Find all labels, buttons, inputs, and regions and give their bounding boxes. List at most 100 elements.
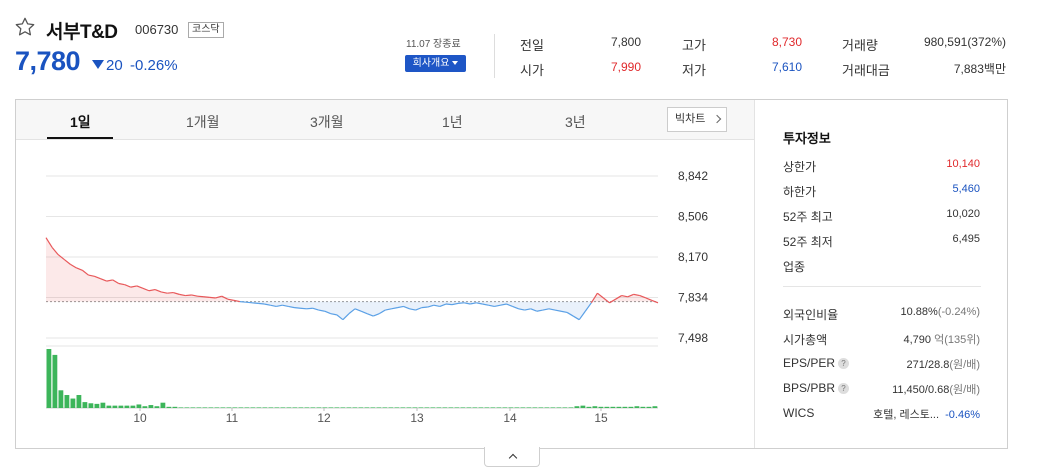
help-icon[interactable]: ? bbox=[838, 383, 850, 394]
volume-bar bbox=[298, 407, 304, 408]
volume-bar bbox=[166, 406, 172, 408]
volume-bar bbox=[178, 407, 184, 408]
volume-bar bbox=[580, 405, 586, 408]
y-tick-label: 7,498 bbox=[678, 331, 708, 345]
52w-high-label: 52주 최고 bbox=[783, 210, 833, 224]
volume-bar bbox=[214, 407, 220, 408]
chevron-up-icon bbox=[508, 453, 518, 463]
volume-bar bbox=[154, 406, 160, 408]
volume-value: 980,591(372%) bbox=[923, 35, 1006, 49]
low-label: 저가 bbox=[682, 63, 706, 78]
volume-bar bbox=[400, 407, 406, 408]
volume-bar bbox=[460, 407, 466, 408]
volume-bar bbox=[532, 407, 538, 408]
upper-limit-label: 상한가 bbox=[783, 160, 817, 174]
stock-name: 서부T&D bbox=[46, 22, 118, 43]
52w-low-value: 6,495 bbox=[952, 233, 980, 245]
price-line-segment bbox=[421, 306, 428, 309]
price-chart[interactable]: 8,842 8,506 8,170 7,834 7,498 10 11 12 13 14 15 bbox=[16, 100, 754, 448]
market-cap-unit: 억(135위) bbox=[934, 334, 980, 346]
volume-bar bbox=[436, 407, 442, 408]
volume-bar bbox=[652, 406, 658, 408]
company-overview-button[interactable]: 회사개요 bbox=[405, 55, 466, 72]
x-tick-label: 11 bbox=[226, 411, 239, 425]
eps-per-label: EPS/PER? bbox=[783, 356, 850, 370]
volume-bar bbox=[88, 403, 94, 408]
volume-bar bbox=[322, 407, 328, 408]
volume-bar bbox=[454, 407, 460, 408]
volume-bar bbox=[598, 406, 604, 408]
volume-bar bbox=[226, 407, 232, 408]
volume-bar bbox=[484, 407, 490, 408]
volume-bar bbox=[76, 395, 82, 408]
bps-pbr-value: 11,450/0.68(원/배) bbox=[892, 381, 980, 397]
company-overview-label: 회사개요 bbox=[412, 58, 450, 69]
favorite-star-icon[interactable] bbox=[14, 16, 36, 38]
volume-bar bbox=[94, 403, 100, 408]
volume-bar bbox=[634, 406, 640, 408]
eps-per-value: 271/28.8(원/배) bbox=[907, 356, 980, 372]
volume-bar bbox=[382, 407, 388, 408]
investment-info-title: 투자정보 bbox=[783, 131, 831, 146]
volume-bar bbox=[196, 407, 202, 408]
volume-bar bbox=[82, 402, 88, 408]
volume-bar bbox=[628, 406, 634, 408]
volume-bar bbox=[58, 390, 64, 408]
volume-bar bbox=[562, 407, 568, 408]
price-line-segment bbox=[457, 302, 465, 305]
open-label: 시가 bbox=[520, 63, 544, 78]
volume-bar bbox=[100, 402, 106, 408]
volume-bar bbox=[616, 406, 622, 408]
stock-code: 006730 bbox=[135, 22, 179, 37]
market-cap-value: 4,790 억(135위) bbox=[903, 331, 980, 347]
header-divider bbox=[494, 34, 495, 78]
volume-bar bbox=[286, 407, 292, 408]
volume-bar bbox=[604, 406, 610, 408]
volume-bar bbox=[418, 407, 424, 408]
volume-bar bbox=[556, 407, 562, 408]
volume-bar bbox=[340, 407, 346, 408]
price-line-segment bbox=[306, 307, 313, 310]
volume-bar bbox=[352, 407, 358, 408]
volume-label: 거래량 bbox=[842, 38, 878, 53]
collapse-chart-button[interactable] bbox=[484, 447, 540, 467]
volume-bar bbox=[124, 405, 130, 408]
price-line-segment bbox=[445, 303, 453, 306]
market-badge: 코스닥 bbox=[188, 22, 224, 38]
y-tick-label: 8,842 bbox=[678, 169, 708, 183]
wics-industry-link[interactable]: 호텔, 레스토... bbox=[873, 409, 939, 421]
price-change-percent: -0.26% bbox=[130, 57, 178, 74]
price-area-up bbox=[46, 237, 658, 302]
trade-value-label: 거래대금 bbox=[842, 63, 890, 78]
help-icon[interactable]: ? bbox=[838, 358, 850, 369]
volume-bar bbox=[526, 407, 532, 408]
industry-label: 업종 bbox=[783, 260, 806, 274]
foreign-ratio-change: (-0.24%) bbox=[937, 306, 980, 318]
volume-bar bbox=[256, 407, 262, 408]
foreign-ratio-value: 10.88%(-0.24%) bbox=[901, 306, 981, 318]
price-line-segment bbox=[203, 296, 210, 298]
prev-close-value: 7,800 bbox=[610, 35, 641, 49]
volume-bar bbox=[376, 407, 382, 408]
price-line-segment bbox=[300, 307, 307, 310]
market-cap-number: 4,790 bbox=[903, 334, 932, 346]
volume-bar bbox=[52, 354, 58, 408]
lower-limit-label: 하한가 bbox=[783, 185, 817, 199]
trade-value-value: 7,883백만 bbox=[953, 62, 1006, 76]
volume-bar bbox=[406, 407, 412, 408]
volume-bar bbox=[388, 407, 394, 408]
volume-bar bbox=[472, 407, 478, 408]
y-tick-label: 8,506 bbox=[678, 210, 708, 224]
volume-bar bbox=[490, 407, 496, 408]
volume-bar bbox=[364, 407, 370, 408]
volume-bar bbox=[250, 407, 256, 408]
volume-bar bbox=[148, 405, 154, 408]
volume-bar bbox=[112, 405, 118, 408]
high-value: 8,730 bbox=[771, 35, 802, 49]
sidebar-divider bbox=[783, 286, 981, 287]
bps-pbr-label: BPS/PBR? bbox=[783, 381, 850, 395]
volume-bar bbox=[184, 407, 190, 408]
volume-bar bbox=[310, 407, 316, 408]
volume-bar bbox=[646, 406, 652, 408]
volume-bar bbox=[328, 407, 334, 408]
